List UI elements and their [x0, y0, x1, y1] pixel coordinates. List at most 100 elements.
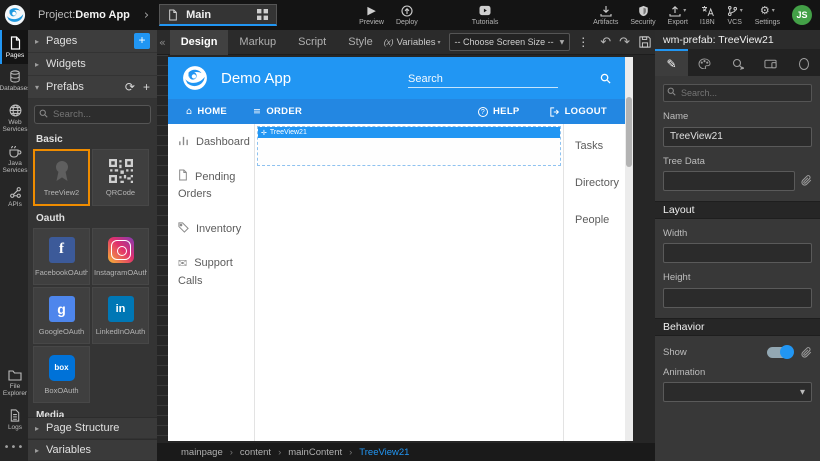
section-prefabs[interactable]: ▾ Prefabs ⟳ + — [28, 76, 157, 99]
tab-style[interactable]: Style — [337, 30, 383, 55]
collapse-left-panel-icon[interactable]: « — [157, 36, 170, 49]
prefab-qrcode[interactable]: QRCode — [92, 149, 149, 206]
variables-button[interactable]: (x) Variables ▾ — [384, 37, 441, 48]
security-button[interactable]: Security — [624, 0, 661, 30]
tab-device[interactable] — [754, 49, 787, 76]
tutorials-button[interactable]: Tutorials — [466, 0, 505, 30]
nav-help[interactable]: ? HELP — [478, 106, 520, 117]
prefab-linkedin-oauth[interactable]: in LinkedInOAuth — [92, 287, 149, 344]
more-menu-icon[interactable]: ••• — [0, 436, 28, 461]
bind-link-icon[interactable] — [801, 347, 812, 358]
sidebar-item-pages[interactable]: Pages — [0, 30, 28, 64]
behavior-section-header[interactable]: Behavior — [655, 318, 820, 336]
sidebar-item-databases[interactable]: Databases — [0, 64, 28, 97]
app-title: Demo App — [221, 70, 291, 87]
breadcrumb-treeview21[interactable]: TreeView21 — [359, 447, 409, 458]
help-icon: ? — [478, 107, 488, 117]
prefab-treeview2[interactable]: TreeView2 — [33, 149, 90, 206]
prefab-instagram-oauth[interactable]: InstagramOAuth — [92, 228, 149, 285]
nav-logout[interactable]: LOGOUT — [550, 106, 607, 117]
tab-script[interactable]: Script — [287, 30, 337, 55]
scrollbar-thumb[interactable] — [626, 97, 632, 167]
wavemaker-logo[interactable] — [0, 0, 30, 30]
properties-search-input[interactable] — [663, 84, 812, 102]
section-pages[interactable]: ▸ Pages + — [28, 30, 157, 53]
breadcrumb-mainpage[interactable]: mainpage — [181, 447, 240, 458]
prefab-search-input[interactable] — [34, 105, 151, 124]
grid-icon[interactable] — [257, 9, 268, 20]
bind-link-icon[interactable] — [801, 175, 812, 186]
canvas-toolbar: « Design Markup Script Style (x) Variabl… — [157, 30, 655, 55]
open-page-tab[interactable]: Main — [159, 4, 277, 26]
app-header: Demo App — [168, 57, 625, 99]
breadcrumb-content[interactable]: content — [240, 447, 288, 458]
section-widgets[interactable]: ▸ Widgets — [28, 53, 157, 76]
tab-outline[interactable] — [787, 49, 820, 76]
sidenav-inventory[interactable]: Inventory — [178, 221, 250, 239]
width-label: Width — [663, 228, 812, 239]
top-bar: Project:Demo App › Main ▶ Preview Deploy — [0, 0, 820, 30]
sidenav-support-calls[interactable]: ✉Support Calls — [178, 255, 250, 290]
widget-body[interactable] — [258, 138, 560, 165]
refresh-icon[interactable]: ⟳ — [125, 80, 135, 94]
logout-icon — [550, 107, 560, 117]
tree-data-input[interactable] — [663, 171, 795, 191]
add-page-button[interactable]: + — [134, 33, 150, 49]
sidebar-item-file-explorer[interactable]: File Explorer — [0, 363, 28, 403]
treeview-widget-selected[interactable]: ✛ TreeView21 — [257, 126, 561, 166]
tab-styles[interactable] — [688, 49, 721, 76]
i18n-button[interactable]: I18N — [694, 0, 721, 30]
rightnav-tasks[interactable]: Tasks — [575, 140, 625, 152]
screen-size-select[interactable]: -- Choose Screen Size -- ▼ — [449, 33, 571, 51]
widget-title-bar[interactable]: ✛ TreeView21 — [258, 127, 560, 138]
sidebar-item-apis[interactable]: APIs — [0, 180, 28, 213]
show-toggle[interactable] — [767, 347, 793, 358]
tab-markup[interactable]: Markup — [228, 30, 287, 55]
deploy-button[interactable]: Deploy — [390, 0, 424, 30]
settings-button[interactable]: ⚙ ▾ Settings — [749, 0, 786, 30]
prefab-google-oauth[interactable]: g GoogleOAuth — [33, 287, 90, 344]
activity-bar: Pages Databases Web Services Java Servic… — [0, 30, 28, 461]
tab-inspect[interactable] — [721, 49, 754, 76]
width-input[interactable] — [663, 243, 812, 263]
vcs-button[interactable]: ▾ VCS — [721, 0, 749, 30]
sidebar-item-java-services[interactable]: Java Services — [0, 139, 28, 180]
layout-section-header[interactable]: Layout — [655, 201, 820, 219]
prefab-box-oauth[interactable]: box BoxOAuth — [33, 346, 90, 403]
animation-select[interactable]: ▼ — [663, 382, 812, 402]
name-input[interactable] — [663, 127, 812, 147]
instagram-icon — [108, 237, 134, 263]
artifacts-button[interactable]: Artifacts — [587, 0, 624, 30]
canvas-scrollbar[interactable] — [625, 57, 633, 441]
user-avatar[interactable]: JS — [792, 5, 812, 25]
tab-properties[interactable]: ✎ — [655, 49, 688, 76]
kebab-menu-icon[interactable]: ⋮ — [570, 35, 596, 49]
sidenav-pending-orders[interactable]: Pending Orders — [178, 169, 250, 204]
export-button[interactable]: ▾ Export — [662, 0, 694, 30]
import-prefab-button[interactable]: + — [143, 80, 150, 94]
section-variables[interactable]: ▸ Variables — [28, 439, 157, 461]
breadcrumb-maincontent[interactable]: mainContent — [288, 447, 359, 458]
redo-icon[interactable]: ↷ — [615, 35, 634, 50]
sidebar-item-logs[interactable]: Logs — [0, 403, 28, 436]
section-page-structure[interactable]: ▸ Page Structure — [28, 417, 157, 439]
name-label: Name — [663, 111, 812, 122]
sidenav-dashboard[interactable]: Dashboard — [178, 134, 250, 152]
rightnav-directory[interactable]: Directory — [575, 177, 625, 189]
preview-button[interactable]: ▶ Preview — [353, 0, 390, 30]
rightnav-people[interactable]: People — [575, 214, 625, 226]
wavemaker-logo-icon — [4, 4, 26, 26]
app-search-input[interactable] — [408, 71, 558, 87]
prefab-facebook-oauth[interactable]: f FacebookOAuth — [33, 228, 90, 285]
search-icon — [667, 87, 676, 96]
search-icon[interactable] — [600, 73, 611, 84]
nav-order[interactable]: ≡ ORDER — [253, 106, 302, 117]
sidebar-item-web-services[interactable]: Web Services — [0, 98, 28, 139]
tab-design[interactable]: Design — [170, 30, 229, 55]
undo-icon[interactable]: ↶ — [596, 35, 615, 50]
save-icon[interactable] — [634, 36, 656, 48]
height-input[interactable] — [663, 288, 812, 308]
nav-home[interactable]: ⌂ HOME — [186, 106, 227, 117]
page-tab-label: Main — [186, 9, 211, 21]
chevron-right-icon[interactable]: › — [144, 8, 149, 23]
